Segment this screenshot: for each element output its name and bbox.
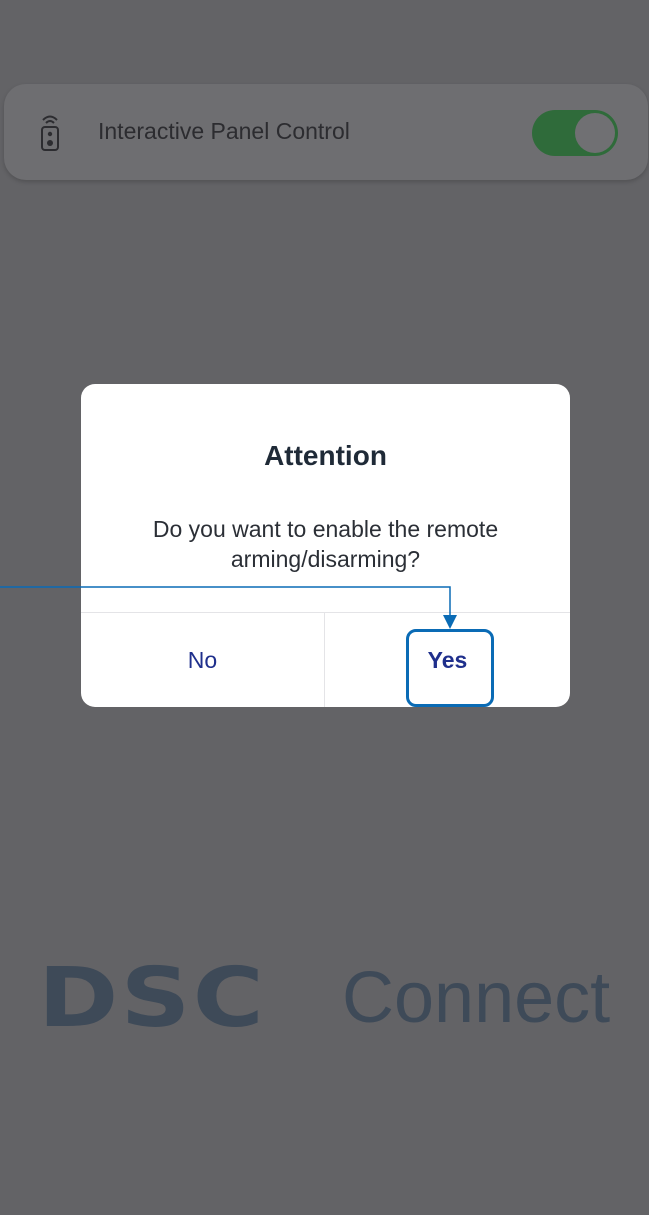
toggle-knob	[575, 113, 615, 153]
remote-control-icon	[41, 115, 59, 151]
attention-dialog: Attention Do you want to enable the remo…	[81, 384, 570, 707]
dialog-message: Do you want to enable the remote arming/…	[152, 516, 499, 572]
interactive-panel-control-toggle[interactable]	[532, 110, 618, 156]
no-button[interactable]: No	[81, 613, 324, 707]
interactive-panel-control-row[interactable]: Interactive Panel Control	[4, 84, 648, 180]
setting-label: Interactive Panel Control	[98, 118, 350, 144]
logo-suffix: Connect	[342, 958, 611, 1038]
yes-highlight-box	[406, 629, 494, 707]
logo-brand: DSC	[38, 950, 267, 1046]
dialog-title: Attention	[264, 440, 387, 471]
screen: Interactive Panel Control DSC Connect At…	[0, 0, 649, 1215]
dsc-connect-logo: DSC Connect	[38, 951, 611, 1046]
